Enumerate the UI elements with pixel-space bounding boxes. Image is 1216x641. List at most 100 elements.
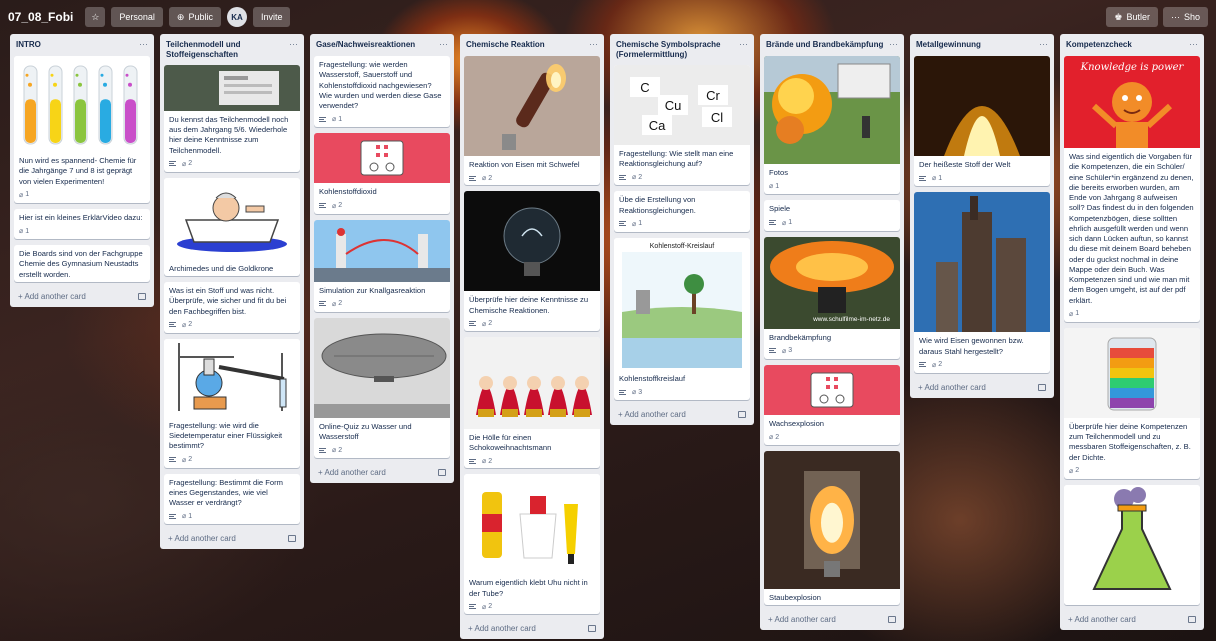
list-column[interactable]: Chemische Symbolsprache (Formelermittlun… <box>610 34 754 426</box>
add-card-label: + Add another card <box>618 410 686 420</box>
card[interactable]: Die Hölle für einen Schokoweihnachtsmann… <box>464 336 600 469</box>
card[interactable]: Was ist ein Stoff und was nicht. Überprü… <box>164 282 300 333</box>
list-menu-icon[interactable]: ··· <box>889 40 898 49</box>
card[interactable]: Kohlenstoffdioxid ⌀ 2 <box>314 133 450 214</box>
card[interactable]: Hier ist ein kleines ErklärVideo dazu: ⌀ 1 <box>14 208 150 239</box>
card[interactable]: www.schulfilme-im-netz.de Brandbekämpfung… <box>764 236 900 359</box>
list-title[interactable]: Brände und Brandbekämpfung <box>766 40 883 50</box>
card[interactable]: Staubexplosion <box>764 451 900 606</box>
card-badges: ⌀ 1 <box>1064 308 1200 322</box>
card[interactable]: Übe die Erstellung von Reaktionsgleichun… <box>614 191 750 232</box>
svg-text:Kohlenstoff-Kreislauf: Kohlenstoff-Kreislauf <box>650 243 715 250</box>
card-title: Fotos <box>769 168 788 177</box>
card-template-icon[interactable] <box>438 469 446 477</box>
show-menu-button[interactable]: ··· Sho <box>1162 7 1208 27</box>
card-badges: ⌀ 2 <box>464 455 600 468</box>
list-column[interactable]: Metallgewinnung ··· Der heißeste Stoff de… <box>910 34 1054 398</box>
card-template-icon[interactable] <box>1188 615 1196 623</box>
description-icon <box>319 301 326 307</box>
list-menu-icon[interactable]: ··· <box>289 40 298 49</box>
card[interactable]: Wie wird Eisen gewonnen bzw. daraus Stah… <box>914 192 1050 373</box>
card-template-icon[interactable] <box>1038 383 1046 391</box>
list-menu-icon[interactable]: ··· <box>1039 40 1048 49</box>
attachment-badge: ⌀ 1 <box>632 220 642 228</box>
list-title[interactable]: Gase/Nachweisreaktionen <box>316 40 415 50</box>
list-column[interactable]: Kompetenzcheck ··· Knowledge is power Was … <box>1060 34 1204 630</box>
public-button[interactable]: ⊕ Public <box>168 7 221 27</box>
card[interactable]: Fragestellung: Bestimmt die Form eines G… <box>164 473 300 525</box>
attachment-badge: ⌀ 2 <box>332 446 342 455</box>
list-title[interactable]: Kompetenzcheck <box>1066 40 1132 50</box>
add-card-button[interactable]: + Add another card <box>314 464 450 483</box>
list-column[interactable]: Chemische Reaktion ··· Reaktion von Eisen… <box>460 34 604 639</box>
card-badges: ⌀ 2 <box>914 359 1050 373</box>
invite-button[interactable]: Invite <box>252 7 291 27</box>
card[interactable]: Fragestellung: wie wird die Siedetempera… <box>164 338 300 468</box>
add-card-button[interactable]: + Add another card <box>764 611 900 630</box>
card[interactable]: Überprüfe hier deine Kompetenzen zum Tei… <box>1064 327 1200 479</box>
personal-button[interactable]: Personal <box>111 7 163 27</box>
card[interactable]: Fragestellung: wie werden Wasserstoff, S… <box>314 56 450 128</box>
card[interactable]: C Cu Cr Ca Cl Fragestellung: Wie stellt man e… <box>614 64 750 186</box>
card[interactable]: Simulation zur Knallgasreaktion ⌀ 2 <box>314 219 450 312</box>
add-card-label: + Add another card <box>18 291 86 301</box>
card-template-icon[interactable] <box>288 535 296 543</box>
card[interactable]: Überprüfe hier deine Kenntnisse zu Chemi… <box>464 191 600 331</box>
card[interactable]: Nun wird es spannend- Chemie für die Jah… <box>14 56 150 203</box>
butler-button[interactable]: ♚ Butler <box>1106 7 1158 27</box>
list-column[interactable]: INTRO ··· Nun wird es spannend- Chemie fü… <box>10 34 154 307</box>
list-title[interactable]: Chemische Reaktion <box>466 40 545 50</box>
zeppelin-image <box>314 317 450 418</box>
card-template-icon[interactable] <box>888 616 896 624</box>
attachment-badge: ⌀ 1 <box>782 219 792 227</box>
card[interactable]: Fotos ⌀ 1 <box>764 56 900 195</box>
card-template-icon[interactable] <box>738 411 746 419</box>
paperclip-icon: ⌀ <box>482 603 487 611</box>
star-button[interactable]: ☆ <box>85 7 106 27</box>
avatar[interactable]: KA <box>226 7 247 27</box>
card[interactable]: Kohlenstoff-Kreislauf Kohlenstoffkreislau… <box>614 237 750 401</box>
card[interactable]: Warum eigentlich klebt Uhu nicht in der … <box>464 474 600 615</box>
card[interactable]: Spiele ⌀ 1 <box>764 200 900 231</box>
card-title: Nun wird es spannend- Chemie für die Jah… <box>19 156 137 186</box>
list-title[interactable]: Metallgewinnung <box>916 40 981 50</box>
list-menu-icon[interactable]: ··· <box>139 40 148 49</box>
add-card-button[interactable]: + Add another card <box>164 530 300 549</box>
list-column[interactable]: Gase/Nachweisreaktionen ··· Fragestellung… <box>310 34 454 484</box>
attachment-badge: ⌀ 1 <box>182 512 192 521</box>
card[interactable]: Archimedes und die Goldkrone <box>164 177 300 277</box>
card[interactable]: Die Boards sind von der Fachgruppe Chemi… <box>14 245 150 282</box>
list-title[interactable]: INTRO <box>16 40 41 50</box>
attachment-badge: ⌀ 2 <box>632 173 642 182</box>
attachment-badge: ⌀ 3 <box>632 388 642 397</box>
card-template-icon[interactable] <box>588 625 596 633</box>
card[interactable]: Wachsexplosion ⌀ 2 <box>764 364 900 445</box>
glue-image <box>464 474 600 575</box>
list-title[interactable]: Teilchenmodell und Stoffeigenschaften <box>166 40 289 61</box>
list-menu-icon[interactable]: ··· <box>439 40 448 49</box>
card[interactable]: Knowledge is power Was sind eigentlich di… <box>1064 56 1200 322</box>
add-card-button[interactable]: + Add another card <box>614 406 750 425</box>
add-card-button[interactable]: + Add another card <box>1064 611 1200 630</box>
board-title[interactable]: 07_08_Fobi <box>8 10 73 24</box>
card[interactable]: Der heißeste Stoff der Welt ⌀ 1 <box>914 56 1050 187</box>
card[interactable]: Du kennst das Teilchenmodell noch aus de… <box>164 64 300 172</box>
attachment-badge: ⌀ 2 <box>482 174 492 183</box>
card[interactable]: Online-Quiz zu Wasser und Wasserstoff ⌀ 2 <box>314 317 450 459</box>
add-card-button[interactable]: + Add another card <box>14 288 150 307</box>
card-template-icon[interactable] <box>138 292 146 300</box>
list-title[interactable]: Chemische Symbolsprache (Formelermittlun… <box>616 40 739 61</box>
attachment-badge: ⌀ 1 <box>1069 310 1079 318</box>
list-menu-icon[interactable]: ··· <box>589 40 598 49</box>
card[interactable] <box>1064 484 1200 605</box>
add-card-label: + Add another card <box>468 624 536 634</box>
description-icon <box>169 457 176 463</box>
list-menu-icon[interactable]: ··· <box>1189 40 1198 49</box>
card[interactable]: Reaktion von Eisen mit Schwefel ⌀ 2 <box>464 56 600 186</box>
list-column[interactable]: Teilchenmodell und Stoffeigenschaften ··… <box>160 34 304 550</box>
add-card-button[interactable]: + Add another card <box>464 620 600 639</box>
first-aid-image <box>314 133 450 184</box>
add-card-button[interactable]: + Add another card <box>914 379 1050 398</box>
list-column[interactable]: Brände und Brandbekämpfung ··· Fotos ⌀ 1 Spi… <box>760 34 904 631</box>
list-menu-icon[interactable]: ··· <box>739 40 748 49</box>
